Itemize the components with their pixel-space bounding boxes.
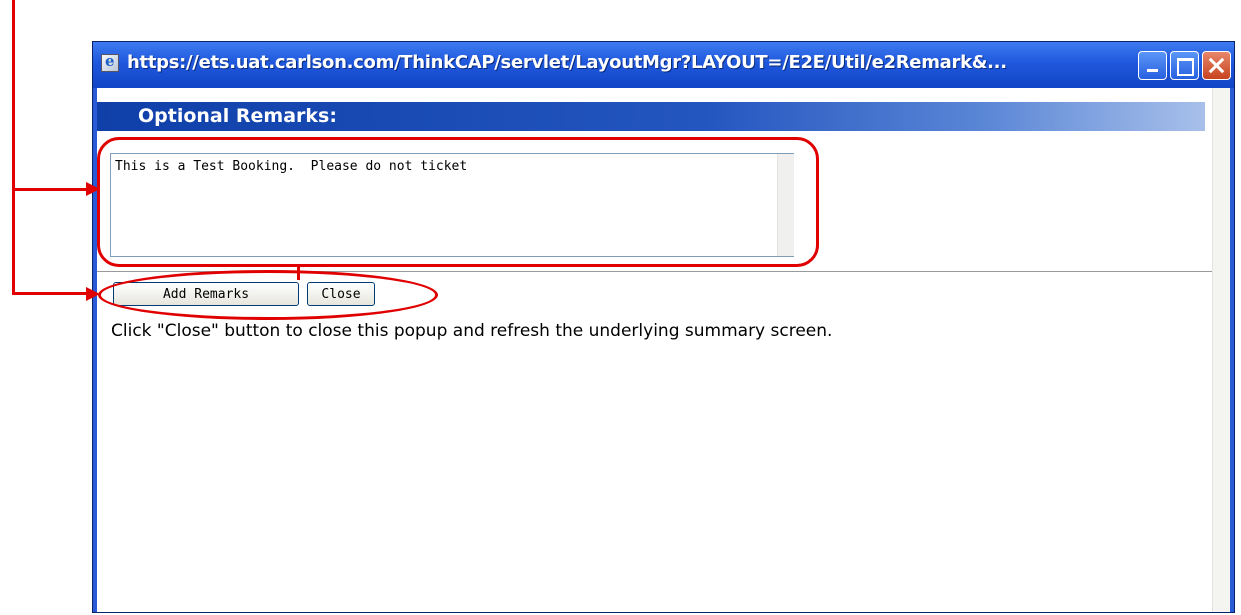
annotation-connector bbox=[297, 266, 300, 280]
minimize-icon[interactable] bbox=[1138, 51, 1167, 80]
section-header: Optional Remarks: bbox=[97, 102, 1205, 131]
annotation-vertical-line bbox=[12, 0, 15, 295]
popup-window: https://ets.uat.carlson.com/ThinkCAP/ser… bbox=[92, 41, 1235, 613]
close-icon[interactable] bbox=[1202, 51, 1231, 80]
annotation-textarea-highlight bbox=[97, 137, 819, 267]
title-bar[interactable]: https://ets.uat.carlson.com/ThinkCAP/ser… bbox=[93, 42, 1234, 88]
annotation-arrow-line-top bbox=[12, 188, 86, 191]
annotation-arrow-line-bottom bbox=[12, 292, 86, 295]
help-text: Click "Close" button to close this popup… bbox=[111, 321, 833, 341]
section-title: Optional Remarks: bbox=[138, 105, 337, 127]
page-scrollbar[interactable] bbox=[1212, 88, 1230, 612]
window-title: https://ets.uat.carlson.com/ThinkCAP/ser… bbox=[127, 52, 1007, 73]
ie-page-icon bbox=[101, 52, 119, 72]
annotation-buttons-highlight bbox=[98, 270, 438, 320]
maximize-icon[interactable] bbox=[1170, 51, 1199, 80]
